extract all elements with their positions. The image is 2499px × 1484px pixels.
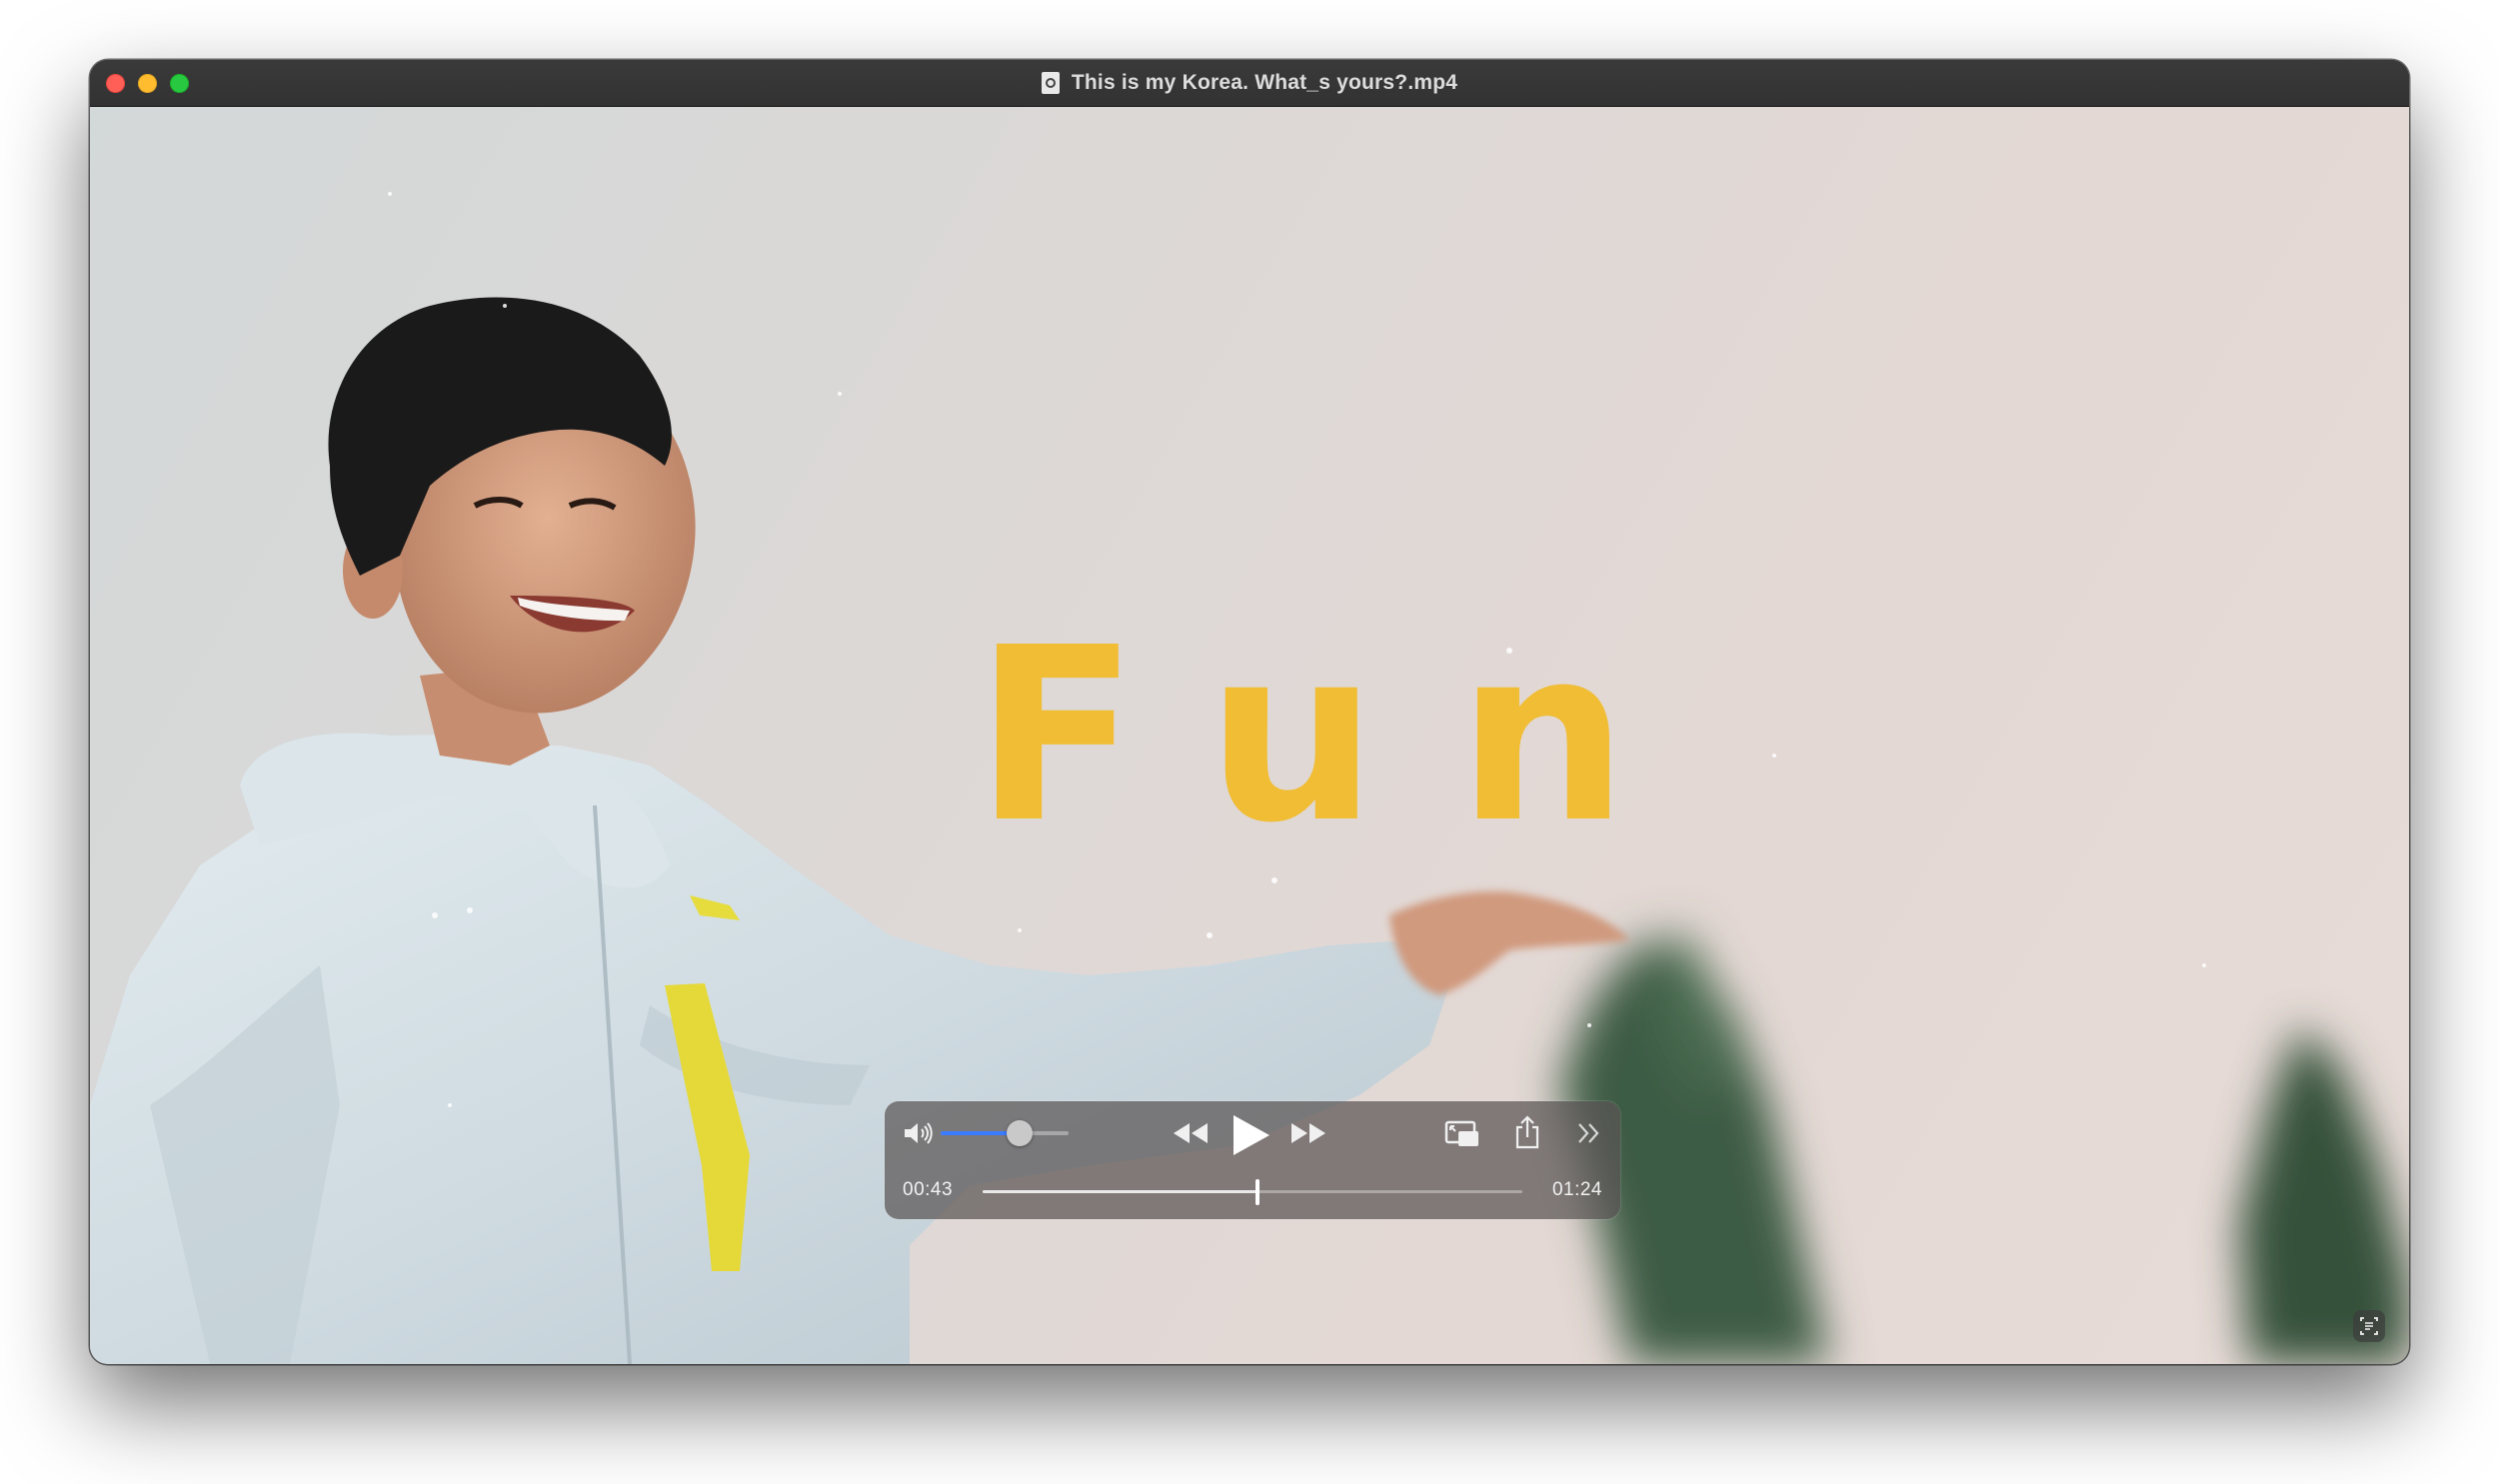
playback-scrubber-fill (983, 1190, 1258, 1193)
share-button[interactable] (1514, 1115, 1540, 1149)
live-text-button[interactable] (2353, 1310, 2385, 1342)
playback-scrubber[interactable] (983, 1179, 1522, 1205)
window-title: This is my Korea. What_s yours?.mp4 (1071, 71, 1458, 94)
speaker-icon[interactable] (903, 1121, 933, 1145)
controls-top-row (885, 1101, 1620, 1163)
quicktime-document-icon[interactable] (1041, 72, 1060, 94)
live-text-icon (2360, 1317, 2378, 1335)
fast-forward-button[interactable] (1289, 1121, 1329, 1145)
elapsed-time: 00:43 (903, 1179, 954, 1200)
window-title-group: This is my Korea. What_s yours?.mp4 (90, 60, 2409, 106)
title-bar[interactable]: This is my Korea. What_s yours?.mp4 (90, 60, 2409, 107)
playback-controls: 00:43 01:24 (885, 1101, 1620, 1219)
video-frame[interactable]: Fun 00:43 01:24 (90, 106, 2409, 1364)
rewind-button[interactable] (1170, 1121, 1210, 1145)
volume-slider-knob[interactable] (1007, 1120, 1034, 1146)
more-options-button[interactable] (1576, 1121, 1602, 1145)
volume-slider[interactable] (941, 1120, 1069, 1146)
remaining-time: 01:24 (1551, 1179, 1602, 1200)
play-button[interactable] (1230, 1113, 1271, 1157)
picture-in-picture-button[interactable] (1444, 1119, 1480, 1149)
video-overlay-text: Fun (975, 596, 1708, 875)
playback-scrubber-head[interactable] (1255, 1179, 1260, 1205)
blurred-trees (1559, 925, 2409, 1364)
quicktime-window: This is my Korea. What_s yours?.mp4 Fun … (90, 60, 2409, 1364)
